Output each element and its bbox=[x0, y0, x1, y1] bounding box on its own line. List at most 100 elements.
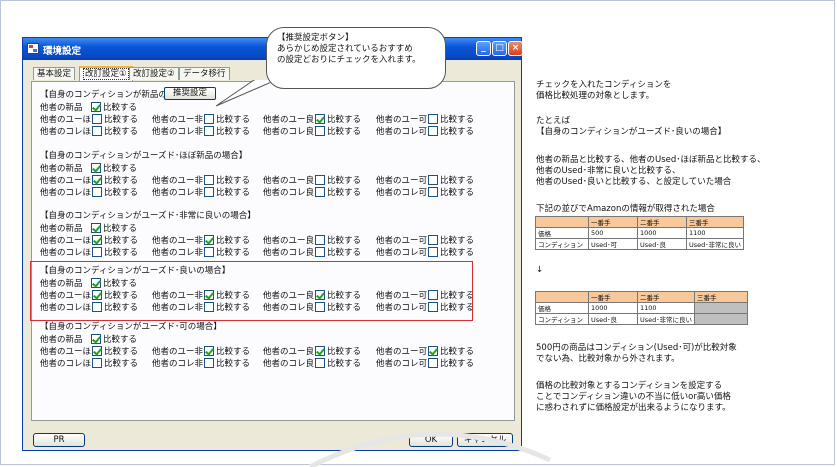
condition-label: 他者のユー非 bbox=[152, 115, 204, 125]
tab-revision-2[interactable]: 改訂設定② bbox=[129, 67, 179, 80]
checkbox-label: 比較する bbox=[440, 236, 475, 246]
checkbox[interactable] bbox=[315, 175, 325, 185]
checkbox[interactable] bbox=[204, 187, 214, 197]
condition-label: 他者のコレ良 bbox=[263, 359, 315, 369]
checkbox[interactable] bbox=[204, 358, 214, 368]
checkbox[interactable] bbox=[428, 235, 438, 245]
checkbox[interactable] bbox=[315, 126, 325, 136]
callout-line: あらかじめ設定されているおすすめ bbox=[277, 44, 413, 54]
checkbox-label: 比較する bbox=[327, 359, 362, 369]
checkbox[interactable] bbox=[428, 126, 438, 136]
checkbox-label: 比較する bbox=[440, 115, 475, 125]
condition-label: 他者のコレ非 bbox=[152, 359, 204, 369]
condition-label: 他者のコレ非 bbox=[152, 188, 204, 198]
checkbox-label: 比較する bbox=[327, 115, 362, 125]
minimize-button[interactable]: _ bbox=[476, 41, 491, 56]
checkbox[interactable] bbox=[428, 114, 438, 124]
checkbox[interactable] bbox=[315, 114, 325, 124]
checkbox[interactable] bbox=[91, 223, 101, 233]
checkbox[interactable] bbox=[92, 247, 102, 257]
checkbox[interactable] bbox=[204, 346, 214, 356]
checkbox[interactable] bbox=[91, 163, 101, 173]
callout-line: の設定どおりにチェックを入れます。 bbox=[277, 55, 421, 65]
tab-data-migration[interactable]: データ移行 bbox=[179, 67, 230, 80]
checkbox[interactable] bbox=[92, 187, 102, 197]
condition-label: 他者のユー良 bbox=[263, 176, 315, 186]
pr-button[interactable]: PR bbox=[33, 433, 85, 447]
table-cell bbox=[694, 302, 749, 314]
condition-label: 他者の新品 bbox=[40, 164, 83, 174]
checkbox[interactable] bbox=[315, 247, 325, 257]
checkbox[interactable] bbox=[92, 235, 102, 245]
checkbox[interactable] bbox=[92, 346, 102, 356]
table-cell bbox=[535, 216, 589, 228]
condition-label: 他者のコレほ bbox=[40, 127, 92, 137]
checkbox[interactable] bbox=[428, 175, 438, 185]
checkbox[interactable] bbox=[428, 247, 438, 257]
checkbox[interactable] bbox=[91, 102, 101, 112]
checkbox-label: 比較する bbox=[104, 236, 139, 246]
condition-label: 他者のユーほ bbox=[40, 115, 92, 125]
checkbox[interactable] bbox=[91, 334, 101, 344]
checkbox-label: 比較する bbox=[104, 359, 139, 369]
checkbox[interactable] bbox=[428, 358, 438, 368]
condition-label: 他者のコレ非 bbox=[152, 248, 204, 258]
checkbox[interactable] bbox=[92, 114, 102, 124]
condition-label: 他者のユー非 bbox=[152, 236, 204, 246]
condition-label: 他者のコレ良 bbox=[263, 248, 315, 258]
checkbox[interactable] bbox=[92, 126, 102, 136]
explanation-text: 【自身のコンディションがユーズド･良いの場合】 bbox=[536, 127, 727, 137]
checkbox-label: 比較する bbox=[440, 176, 475, 186]
tab-label: 改訂設定② bbox=[133, 69, 175, 79]
tab-revision-1[interactable]: 改訂設定① bbox=[79, 66, 133, 81]
checkbox-label: 比較する bbox=[216, 236, 251, 246]
condition-label: 他者の新品 bbox=[40, 335, 83, 345]
checkbox[interactable] bbox=[315, 358, 325, 368]
checkbox[interactable] bbox=[204, 175, 214, 185]
table-cell: 1000 bbox=[637, 227, 687, 239]
checkbox[interactable] bbox=[204, 235, 214, 245]
checkbox[interactable] bbox=[428, 187, 438, 197]
checkbox-label: 比較する bbox=[216, 115, 251, 125]
checkbox-label: 比較する bbox=[327, 176, 362, 186]
checkbox[interactable] bbox=[92, 175, 102, 185]
table-cell: 価格 bbox=[535, 302, 589, 314]
maximize-button[interactable]: □ bbox=[492, 41, 507, 56]
explanation-text: 価格比較処理の対象とします。 bbox=[536, 91, 655, 101]
window-title: 環境設定 bbox=[43, 46, 82, 57]
checkbox[interactable] bbox=[315, 187, 325, 197]
checkbox[interactable] bbox=[204, 247, 214, 257]
explanation-text: たとえば bbox=[536, 116, 571, 126]
checkbox-label: 比較する bbox=[104, 188, 139, 198]
checkbox-label: 比較する bbox=[104, 347, 139, 357]
checkbox[interactable] bbox=[204, 114, 214, 124]
checkbox-label: 比較する bbox=[327, 248, 362, 258]
condition-label: 他者のコレ可 bbox=[376, 188, 428, 198]
condition-label: 他者のコレ良 bbox=[263, 127, 315, 137]
checkbox-label: 比較する bbox=[103, 335, 138, 345]
close-button[interactable]: × bbox=[508, 41, 523, 56]
checkbox-label: 比較する bbox=[440, 359, 475, 369]
table-cell: コンディション bbox=[535, 313, 589, 325]
table-cell: 1100 bbox=[685, 227, 745, 239]
checkbox[interactable] bbox=[204, 126, 214, 136]
checkbox-label: 比較する bbox=[216, 248, 251, 258]
recommended-callout: 【推奨設定ボタン】 あらかじめ設定されているおすすめ の設定どおりにチェックを入… bbox=[266, 27, 446, 89]
checkbox-label: 比較する bbox=[103, 164, 138, 174]
condition-label: 他者のユー可 bbox=[376, 176, 428, 186]
decorative-arc bbox=[308, 431, 552, 467]
condition-label: 他者のユー可 bbox=[376, 347, 428, 357]
recommended-settings-button[interactable]: 推奨設定 bbox=[164, 87, 216, 100]
checkbox[interactable] bbox=[92, 358, 102, 368]
checkbox-label: 比較する bbox=[103, 224, 138, 234]
explanation-text: に惑わされずに価格設定が出来るようになります。 bbox=[536, 403, 731, 413]
checkbox[interactable] bbox=[315, 235, 325, 245]
table-cell bbox=[535, 291, 589, 303]
checkbox[interactable] bbox=[428, 346, 438, 356]
tab-basic[interactable]: 基本設定 bbox=[33, 67, 76, 80]
checkbox-label: 比較する bbox=[104, 115, 139, 125]
checkbox[interactable] bbox=[315, 346, 325, 356]
table-cell: 三番手 bbox=[694, 291, 749, 303]
table-cell: コンディション bbox=[535, 238, 589, 250]
checkbox-label: 比較する bbox=[327, 188, 362, 198]
